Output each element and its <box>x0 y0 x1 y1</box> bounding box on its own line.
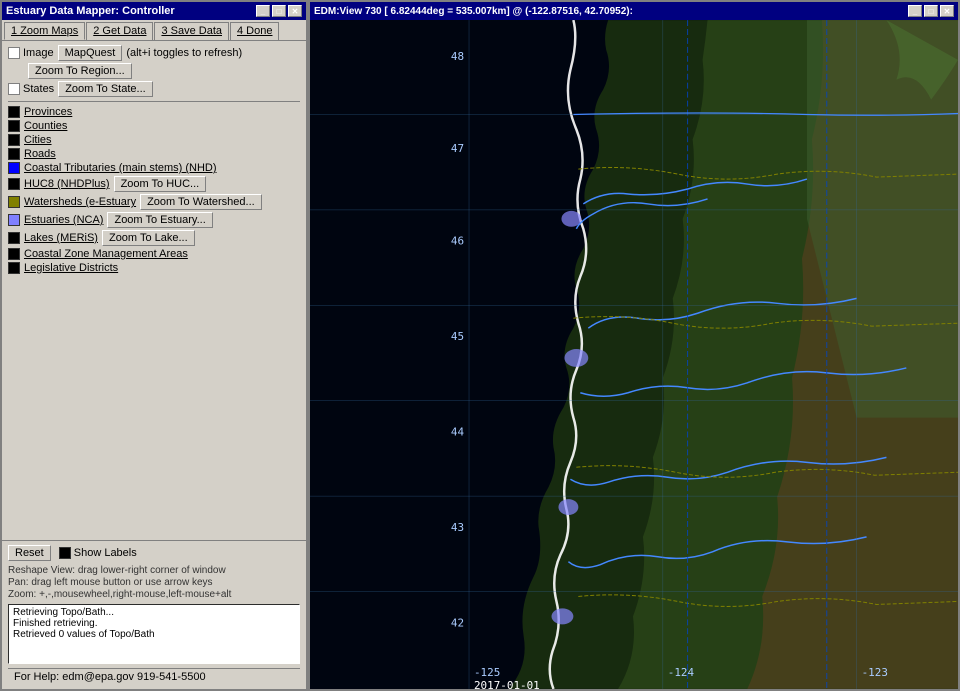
layer-coastal-tributaries[interactable]: Coastal Tributaries (main stems) (NHD) <box>8 162 300 174</box>
lakes-row: Lakes (MERiS) Zoom To Lake... <box>8 230 300 246</box>
bottom-controls: Reset Show Labels Reshape View: drag low… <box>2 540 306 689</box>
show-labels-label[interactable]: Show Labels <box>59 547 137 559</box>
zoom-state-button[interactable]: Zoom To State... <box>58 81 153 97</box>
huc8-swatch <box>8 178 20 190</box>
info-reshape: Reshape View: drag lower-right corner of… <box>8 565 300 576</box>
log-box: Retrieving Topo/Bath... Finished retriev… <box>8 604 300 664</box>
close-button[interactable]: ✕ <box>288 5 302 17</box>
map-svg: 48 47 46 45 44 43 42 -125 -124 -123 2017… <box>310 20 958 689</box>
layer-counties[interactable]: Counties <box>8 120 300 132</box>
minimize-button[interactable]: _ <box>256 5 270 17</box>
reset-row: Reset Show Labels <box>8 545 300 561</box>
huc8-row: HUC8 (NHDPlus) Zoom To HUC... <box>8 176 300 192</box>
show-labels-swatch <box>59 547 71 559</box>
controller-titlebar: Estuary Data Mapper: Controller _ □ ✕ <box>2 2 306 20</box>
show-labels-text: Show Labels <box>74 547 137 559</box>
map-close-button[interactable]: ✕ <box>940 5 954 17</box>
zoom-lake-button[interactable]: Zoom To Lake... <box>102 230 195 246</box>
map-title: EDM:View 730 [ 6.82444deg = 535.007km] @… <box>314 6 633 17</box>
coastal-zone-label: Coastal Zone Management Areas <box>24 248 188 260</box>
svg-text:47: 47 <box>451 142 464 155</box>
estuaries-row: Estuaries (NCA) Zoom To Estuary... <box>8 212 300 228</box>
svg-text:-124: -124 <box>668 666 695 679</box>
coastal-zone-swatch <box>8 248 20 260</box>
zoom-estuary-button[interactable]: Zoom To Estuary... <box>107 212 212 228</box>
map-restore-button[interactable]: □ <box>924 5 938 17</box>
map-window: EDM:View 730 [ 6.82444deg = 535.007km] @… <box>308 0 960 691</box>
layer-cities[interactable]: Cities <box>8 134 300 146</box>
provinces-swatch <box>8 106 20 118</box>
states-label: States <box>23 83 54 95</box>
svg-text:-123: -123 <box>862 666 888 679</box>
zoom-region-row: Zoom To Region... <box>8 63 300 79</box>
log-line-3: Retrieved 0 values of Topo/Bath <box>13 629 295 640</box>
watersheds-row: Watersheds (e-Estuary Zoom To Watershed.… <box>8 194 300 210</box>
image-label: Image <box>23 47 54 59</box>
map-canvas: 48 47 46 45 44 43 42 -125 -124 -123 2017… <box>310 20 958 689</box>
svg-text:43: 43 <box>451 521 464 534</box>
states-checkbox-label[interactable]: States <box>8 83 54 95</box>
tab-done[interactable]: 4 Done <box>230 22 279 40</box>
svg-text:2017-01-01: 2017-01-01 <box>474 679 540 689</box>
roads-label: Roads <box>24 148 56 160</box>
svg-text:48: 48 <box>451 50 464 63</box>
states-row: States Zoom To State... <box>8 81 300 97</box>
layer-coastal-zone[interactable]: Coastal Zone Management Areas <box>8 248 300 260</box>
image-checkbox[interactable] <box>8 47 20 59</box>
divider-1 <box>8 101 300 102</box>
controller-window: Estuary Data Mapper: Controller _ □ ✕ 1 … <box>0 0 308 691</box>
tab-save-data[interactable]: 3 Save Data <box>154 22 229 40</box>
log-line-2: Finished retrieving. <box>13 618 295 629</box>
map-body[interactable]: 48 47 46 45 44 43 42 -125 -124 -123 2017… <box>310 20 958 689</box>
svg-text:45: 45 <box>451 330 464 343</box>
map-titlebar: EDM:View 730 [ 6.82444deg = 535.007km] @… <box>310 2 958 20</box>
estuaries-swatch <box>8 214 20 226</box>
layer-provinces[interactable]: Provinces <box>8 106 300 118</box>
coastal-tributaries-swatch <box>8 162 20 174</box>
zoom-region-button[interactable]: Zoom To Region... <box>28 63 132 79</box>
coastal-tributaries-label: Coastal Tributaries (main stems) (NHD) <box>24 162 217 174</box>
svg-text:-125: -125 <box>474 666 500 679</box>
tabs-bar: 1 Zoom Maps 2 Get Data 3 Save Data 4 Don… <box>2 20 306 41</box>
restore-button[interactable]: □ <box>272 5 286 17</box>
mapquest-button[interactable]: MapQuest <box>58 45 123 61</box>
roads-swatch <box>8 148 20 160</box>
log-line-1: Retrieving Topo/Bath... <box>13 607 295 618</box>
huc8-label: HUC8 (NHDPlus) <box>24 178 110 190</box>
cities-label: Cities <box>24 134 52 146</box>
controller-body: Image MapQuest (alt+i toggles to refresh… <box>2 41 306 540</box>
map-minimize-button[interactable]: _ <box>908 5 922 17</box>
watersheds-swatch <box>8 196 20 208</box>
svg-text:42: 42 <box>451 616 464 629</box>
tab-zoom-maps[interactable]: 1 Zoom Maps <box>4 22 85 40</box>
controller-title: Estuary Data Mapper: Controller <box>6 5 175 17</box>
reset-button[interactable]: Reset <box>8 545 51 561</box>
legislative-swatch <box>8 262 20 274</box>
legislative-label: Legislative Districts <box>24 262 118 274</box>
watersheds-label: Watersheds (e-Estuary <box>24 196 136 208</box>
zoom-huc-button[interactable]: Zoom To HUC... <box>114 176 207 192</box>
layer-legislative[interactable]: Legislative Districts <box>8 262 300 274</box>
info-zoom: Zoom: +,-,mousewheel,right-mouse,left-mo… <box>8 589 300 600</box>
info-pan: Pan: drag left mouse button or use arrow… <box>8 577 300 588</box>
provinces-label: Provinces <box>24 106 72 118</box>
image-row: Image MapQuest (alt+i toggles to refresh… <box>8 45 300 61</box>
lakes-label: Lakes (MERiS) <box>24 232 98 244</box>
states-checkbox[interactable] <box>8 83 20 95</box>
layer-roads[interactable]: Roads <box>8 148 300 160</box>
mapquest-hint: (alt+i toggles to refresh) <box>126 47 242 59</box>
counties-swatch <box>8 120 20 132</box>
counties-label: Counties <box>24 120 67 132</box>
svg-text:46: 46 <box>451 235 464 248</box>
lakes-swatch <box>8 232 20 244</box>
zoom-watershed-button[interactable]: Zoom To Watershed... <box>140 194 262 210</box>
controller-titlebar-buttons: _ □ ✕ <box>256 5 302 17</box>
help-status: For Help: edm@epa.gov 919-541-5500 <box>8 668 300 685</box>
image-checkbox-label[interactable]: Image <box>8 47 54 59</box>
map-titlebar-buttons: _ □ ✕ <box>908 5 954 17</box>
svg-text:44: 44 <box>451 426 465 439</box>
cities-swatch <box>8 134 20 146</box>
tab-get-data[interactable]: 2 Get Data <box>86 22 153 40</box>
estuaries-label: Estuaries (NCA) <box>24 214 103 226</box>
